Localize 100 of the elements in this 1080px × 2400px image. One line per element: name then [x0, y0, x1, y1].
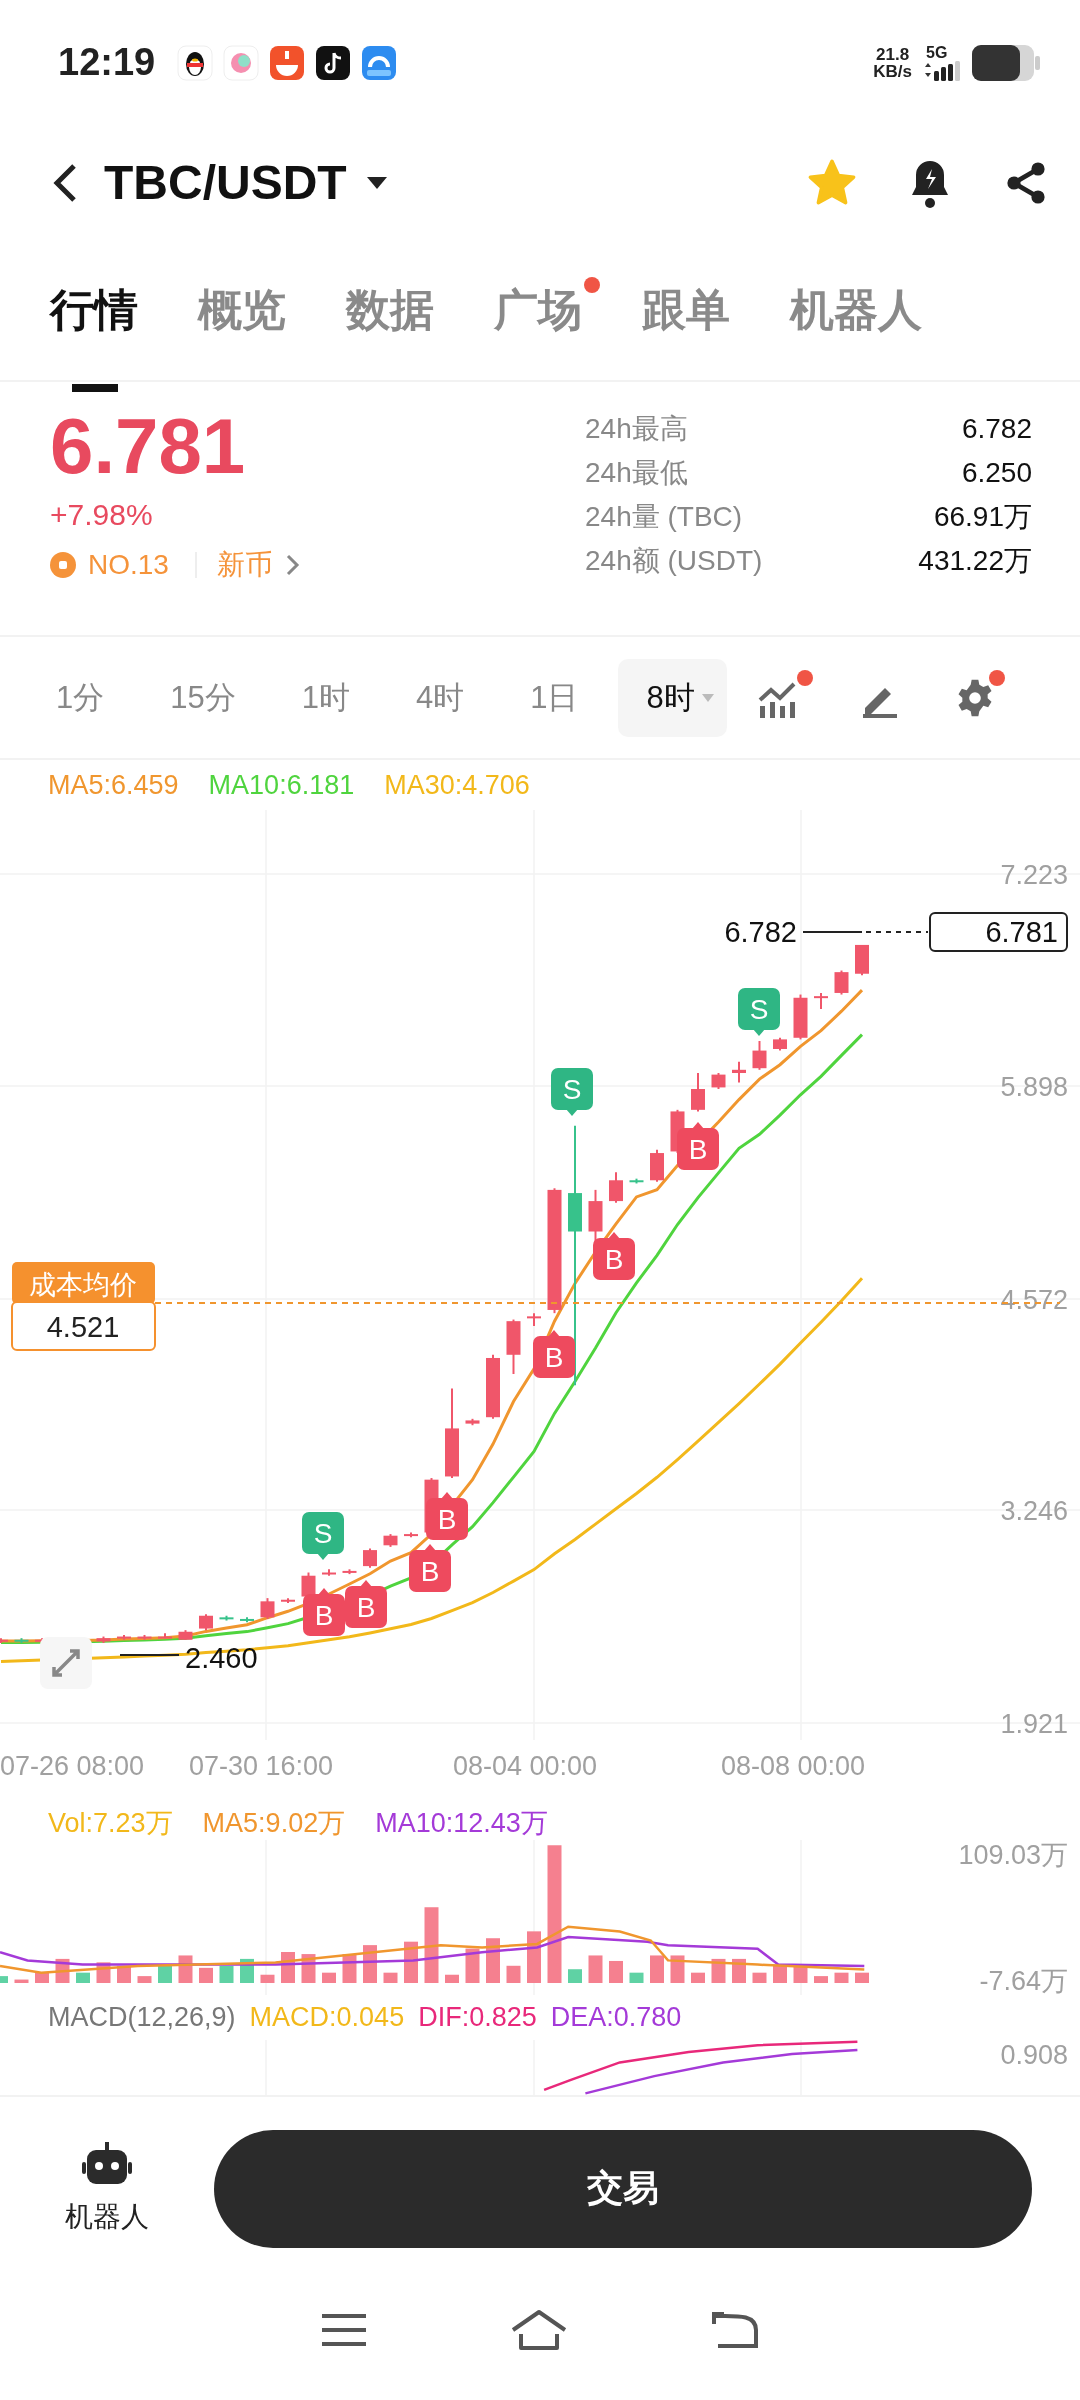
- volume-bar: [35, 1972, 49, 1983]
- volume-legend: Vol:7.23万: [48, 1804, 173, 1841]
- tab[interactable]: 数据: [346, 284, 434, 334]
- volume-bar: [629, 1972, 644, 1983]
- volume-legend: MA5:9.02万: [202, 1804, 346, 1841]
- last-price-line: [865, 931, 929, 933]
- interval-tab[interactable]: 8时: [618, 658, 727, 737]
- ma-legend: MA5:6.459: [48, 769, 179, 801]
- volume-bar: [76, 1972, 90, 1983]
- volume-bar: [322, 1972, 336, 1983]
- chevron-right-icon[interactable]: [284, 552, 301, 578]
- tab[interactable]: 行情: [50, 284, 138, 334]
- candlestick: [301, 1571, 316, 1600]
- volume-bar: [834, 1972, 849, 1983]
- candlestick: [158, 1632, 172, 1640]
- stat-value: 6.250: [961, 456, 1032, 490]
- interval-tab[interactable]: 1时: [301, 676, 350, 719]
- candlestick: [404, 1531, 418, 1539]
- volume-bar: [199, 1967, 213, 1983]
- back-icon[interactable]: [52, 162, 78, 203]
- volume-bar: [383, 1972, 398, 1983]
- back-nav-icon[interactable]: [709, 2310, 760, 2350]
- interval-tab[interactable]: 15分: [170, 676, 236, 719]
- axis-date-label: 08-08 00:00: [721, 1751, 866, 1781]
- axis-date-label: 08-04 00:00: [453, 1751, 598, 1781]
- interval-tab[interactable]: 1日: [530, 676, 579, 719]
- stat-label: 24h最高: [585, 412, 688, 446]
- axis-tick-label: 7.223: [1000, 860, 1068, 890]
- status-time: 12:19: [58, 41, 156, 84]
- macd-legend: DEA:0.780: [550, 2002, 682, 2033]
- candlestick: [793, 993, 808, 1041]
- stat-value: 431.22万: [918, 544, 1032, 578]
- candlestick: [527, 1312, 541, 1327]
- volume-bar: [568, 1969, 582, 1983]
- candlestick: [609, 1171, 623, 1204]
- candlestick: [137, 1633, 152, 1641]
- candlestick: [691, 1072, 705, 1113]
- macd-legend: DIF:0.825: [418, 2002, 537, 2033]
- robot-label[interactable]: 机器人: [65, 2197, 149, 2236]
- high-leader-line: [802, 931, 863, 933]
- tab[interactable]: 广场: [494, 284, 582, 334]
- interval-tab[interactable]: 1分: [56, 676, 105, 719]
- volume-bar: [14, 1979, 29, 1983]
- interval-tab[interactable]: 4时: [416, 676, 465, 719]
- cost-label: 成本均价: [29, 1270, 137, 1300]
- last-price-value: 6.781: [985, 916, 1058, 948]
- tab[interactable]: 跟单: [642, 284, 730, 334]
- expand-icon[interactable]: [40, 1637, 92, 1689]
- network-speed-unit: KB/s: [873, 62, 912, 80]
- volume-bar: [506, 1965, 521, 1983]
- price-change: +7.98%: [50, 498, 154, 532]
- volume-bar: [752, 1972, 767, 1983]
- network-speed: 21.8: [876, 45, 910, 63]
- volume-bar: [260, 1974, 275, 1983]
- tab-indicator: [72, 383, 118, 392]
- volume-bar: [814, 1976, 828, 1983]
- volume-bar: [0, 1976, 8, 1983]
- volume-bar: [711, 1958, 726, 1983]
- penguin-icon: [177, 44, 214, 81]
- volume-bar: [855, 1972, 869, 1983]
- stat-value: 66.91万: [933, 500, 1032, 534]
- last-price: 6.781: [50, 401, 247, 492]
- candlestick: [465, 1417, 480, 1427]
- candlestick: [486, 1353, 500, 1420]
- trade-button[interactable]: 交易: [214, 2129, 1032, 2248]
- volume-legend: MA10:12.43万: [375, 1804, 548, 1841]
- candlestick: [752, 1040, 767, 1071]
- axis-date-label: 07-26 08:00: [0, 1751, 145, 1781]
- candlestick: [650, 1148, 664, 1183]
- cost-value: 4.521: [46, 1311, 120, 1343]
- volume-bar: [691, 1972, 705, 1983]
- battery-icon: [972, 44, 1040, 81]
- tab[interactable]: 概览: [198, 284, 286, 334]
- pair-title[interactable]: TBC/USDT: [104, 155, 347, 210]
- home-icon[interactable]: [509, 2308, 569, 2352]
- app-icon: [269, 44, 306, 81]
- volume-bar: [588, 1955, 603, 1983]
- candlestick: [363, 1547, 377, 1569]
- rank-label: NO.13: [88, 549, 169, 581]
- macd-legend: MACD(12,26,9): [48, 2002, 236, 2033]
- candlestick: [117, 1633, 131, 1641]
- volume-bar: [650, 1955, 664, 1983]
- tab[interactable]: 机器人: [790, 284, 922, 334]
- music-note-icon: [315, 44, 352, 81]
- candlestick: [506, 1318, 521, 1375]
- candlestick: [219, 1614, 234, 1622]
- volume-bar: [670, 1955, 685, 1983]
- network-type: 5G: [926, 44, 948, 61]
- tag-link[interactable]: 新币: [216, 546, 273, 584]
- candlestick: [322, 1568, 336, 1577]
- candlestick: [96, 1635, 111, 1644]
- stat-value: 6.782: [961, 412, 1032, 446]
- candlestick: [199, 1613, 213, 1632]
- caret-icon[interactable]: [364, 174, 389, 191]
- candlestick: [260, 1597, 275, 1620]
- stat-label: 24h额 (USDT): [585, 544, 763, 578]
- candlestick: [342, 1568, 357, 1576]
- ma-legend: MA30:4.706: [384, 769, 530, 801]
- high-price-label: 6.782: [724, 916, 797, 948]
- axis-date-label: 07-30 16:00: [189, 1751, 334, 1781]
